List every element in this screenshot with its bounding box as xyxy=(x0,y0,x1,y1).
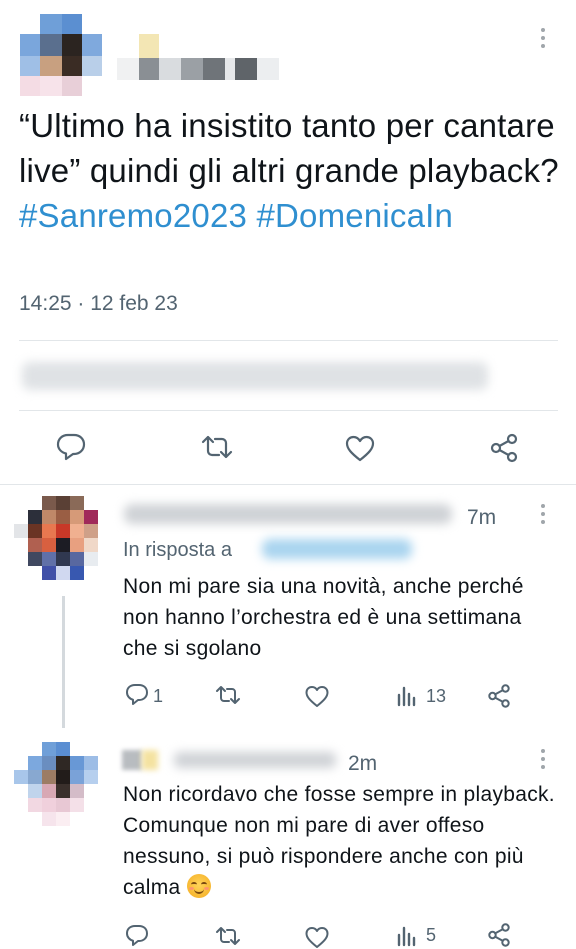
more-options-icon[interactable] xyxy=(540,503,546,525)
thread-connector-line xyxy=(62,596,65,728)
views-count: 13 xyxy=(426,686,447,706)
reply-text: Non ricordavo che fosse sempre in playba… xyxy=(123,779,558,903)
share-button[interactable] xyxy=(486,683,512,709)
share-button[interactable] xyxy=(486,922,512,948)
reply-time[interactable]: 2m xyxy=(348,752,377,776)
hashtag-link[interactable]: #Sanremo2023 xyxy=(19,197,247,234)
divider xyxy=(19,340,558,341)
tweet-source-redacted xyxy=(22,362,488,390)
reply-button[interactable] xyxy=(125,683,149,707)
tweet-body: “Ultimo ha insistito tanto per cantare l… xyxy=(19,107,559,189)
share-button[interactable] xyxy=(488,432,520,464)
retweet-button[interactable] xyxy=(199,433,235,461)
retweet-icon xyxy=(201,435,233,459)
reply-author-redacted[interactable] xyxy=(122,750,336,770)
reply-button[interactable] xyxy=(125,924,149,948)
reply-author-redacted[interactable] xyxy=(124,504,452,524)
share-icon xyxy=(488,684,510,708)
views-button[interactable] xyxy=(396,685,418,707)
divider xyxy=(19,410,558,411)
author-name-redacted[interactable] xyxy=(117,34,279,82)
in-reply-to-handle-redacted[interactable] xyxy=(262,539,412,559)
reply-icon xyxy=(126,684,148,705)
views-button[interactable] xyxy=(396,925,418,947)
like-icon xyxy=(305,927,329,948)
reply-time[interactable]: 7m xyxy=(467,506,496,530)
like-icon xyxy=(305,686,329,707)
author-avatar[interactable] xyxy=(20,14,102,96)
like-button[interactable] xyxy=(344,433,376,463)
reply-count: 1 xyxy=(153,686,164,706)
more-options-icon[interactable] xyxy=(540,748,546,770)
reply-avatar[interactable] xyxy=(14,496,104,586)
reply-text: Non mi pare sia una novità, anche perché… xyxy=(123,575,524,660)
like-button[interactable] xyxy=(304,925,330,949)
like-icon xyxy=(345,435,375,462)
more-options-icon[interactable] xyxy=(540,27,546,49)
reply-button[interactable] xyxy=(55,432,87,462)
retweet-icon xyxy=(216,927,240,945)
in-reply-to-label: In risposta a xyxy=(123,539,232,561)
views-count: 5 xyxy=(426,925,437,945)
reply-avatar[interactable] xyxy=(14,742,104,832)
share-icon xyxy=(490,433,518,463)
reply-icon xyxy=(56,433,86,461)
divider xyxy=(0,484,576,485)
retweet-icon xyxy=(216,686,240,704)
tweet-timestamp[interactable]: 14:25 · 12 feb 23 xyxy=(19,292,178,316)
hashtag-link[interactable]: #DomenicaIn xyxy=(256,197,453,234)
retweet-button[interactable] xyxy=(214,684,242,706)
views-icon xyxy=(397,926,416,947)
smiling-face-emoji-icon xyxy=(186,874,211,898)
share-icon xyxy=(488,923,510,947)
retweet-button[interactable] xyxy=(214,925,242,947)
views-icon xyxy=(397,686,416,707)
reply-icon xyxy=(126,925,148,946)
like-button[interactable] xyxy=(304,684,330,708)
tweet-text: “Ultimo ha insistito tanto per cantare l… xyxy=(19,103,564,238)
